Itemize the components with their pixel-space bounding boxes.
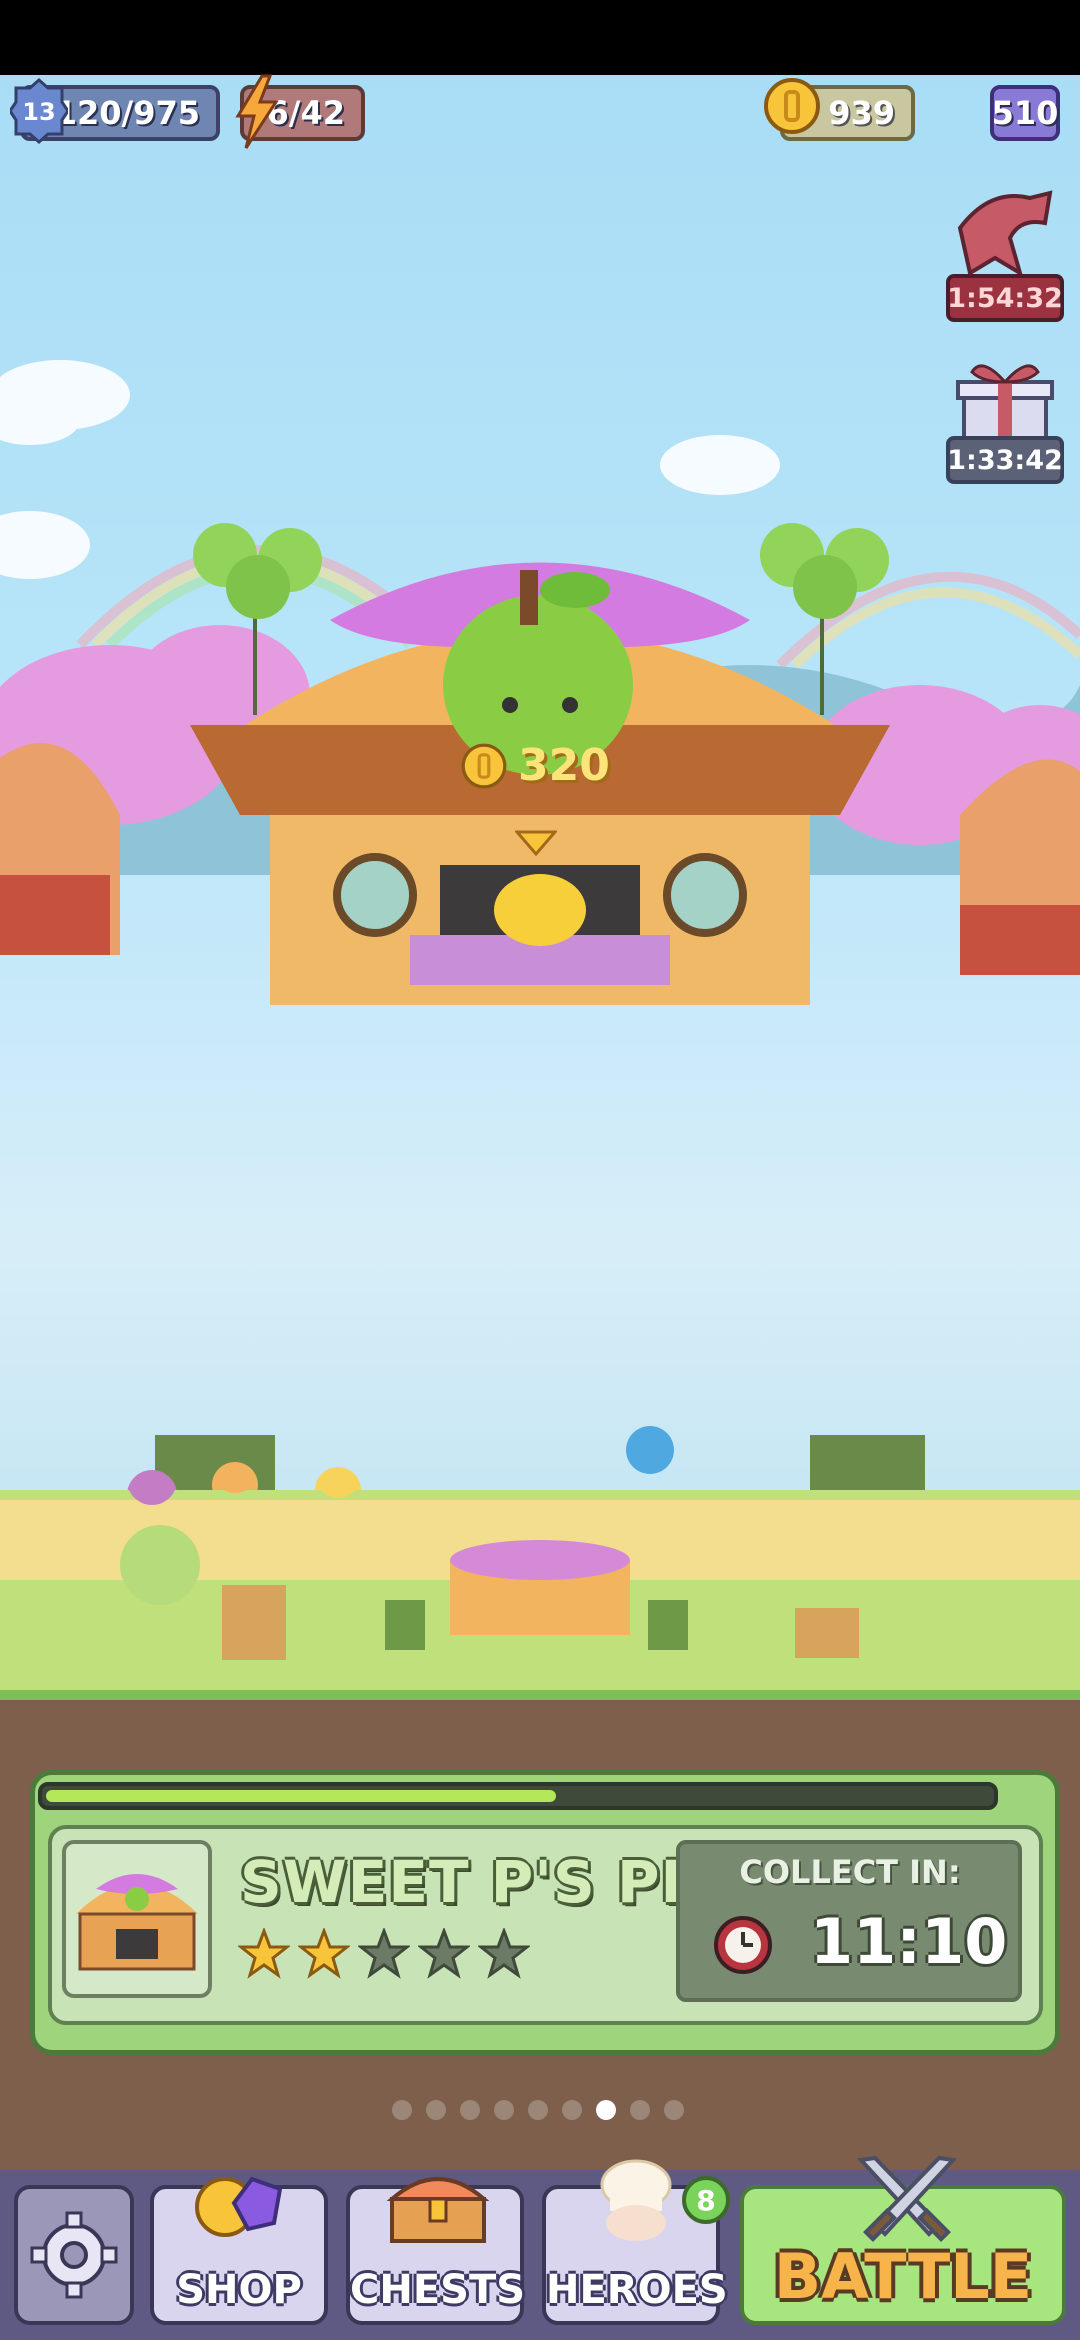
gem-text: 510	[991, 94, 1059, 132]
level-badge-icon[interactable]: 13	[10, 78, 68, 144]
chevron-down-icon	[515, 830, 557, 856]
chef-hat-icon	[600, 2159, 672, 2241]
shop-thumbnail[interactable]	[62, 1840, 212, 1998]
gift-timer[interactable]: 1:33:42	[946, 436, 1064, 484]
coin-text: 939	[828, 94, 895, 132]
production-progress	[38, 1782, 998, 1810]
page-dot[interactable]	[426, 2100, 446, 2120]
page-dot[interactable]	[664, 2100, 684, 2120]
pie-shop-image	[76, 1874, 198, 1971]
battle-button[interactable]: BATTLE	[740, 2155, 1066, 2325]
page-dot[interactable]	[494, 2100, 514, 2120]
dragon-event-icon[interactable]	[950, 188, 1060, 280]
star-rating	[238, 1928, 530, 1980]
star-empty-icon	[358, 1928, 410, 1979]
town-scene[interactable]	[0, 75, 1080, 1705]
chests-label: CHESTS	[350, 2267, 526, 2313]
page-dot[interactable]	[630, 2100, 650, 2120]
reward-coin-icon	[461, 743, 507, 788]
level-number: 13	[22, 98, 55, 126]
shop-label: SHOP	[176, 2267, 302, 2313]
crossed-swords-icon	[856, 2155, 958, 2242]
event-timer[interactable]: 1:54:32	[946, 274, 1064, 322]
star-filled-icon	[298, 1928, 350, 1979]
coin-gem-icon	[195, 2176, 283, 2237]
star-empty-icon	[418, 1928, 470, 1979]
lightning-icon	[235, 74, 279, 149]
reward-amount: 320	[518, 740, 610, 791]
collect-timer: 11:10	[810, 1905, 1008, 1978]
gift-icon[interactable]	[952, 356, 1058, 444]
heroes-count-badge: 8	[682, 2176, 730, 2224]
heroes-label: HEROES	[546, 2267, 728, 2313]
settings-button[interactable]	[14, 2185, 134, 2325]
coin-reward[interactable]: 320	[460, 740, 610, 791]
scene-art	[0, 360, 1080, 1670]
gem-counter[interactable]: 510	[990, 85, 1060, 141]
status-bar	[0, 0, 1080, 75]
star-filled-icon	[238, 1928, 290, 1979]
page-dot[interactable]	[460, 2100, 480, 2120]
page-indicator[interactable]	[392, 2100, 684, 2120]
star-empty-icon	[478, 1928, 530, 1979]
page-dot[interactable]	[528, 2100, 548, 2120]
chests-button[interactable]: CHESTS	[346, 2177, 526, 2325]
page-dot[interactable]	[562, 2100, 582, 2120]
battle-label: BATTLE	[773, 2240, 1033, 2313]
page-dot[interactable]	[392, 2100, 412, 2120]
gear-icon	[30, 2211, 118, 2299]
xp-text: 120/975	[54, 94, 200, 132]
collect-label: COLLECT IN:	[739, 1853, 961, 1891]
shop-button[interactable]: SHOP	[150, 2176, 328, 2325]
progress-fill	[46, 1790, 556, 1802]
coin-icon	[764, 78, 820, 134]
ground-art	[0, 1490, 1080, 1660]
page-dot[interactable]	[596, 2100, 616, 2120]
clock-icon	[714, 1916, 772, 1974]
chest-icon	[386, 2177, 490, 2243]
cloud	[0, 360, 780, 579]
